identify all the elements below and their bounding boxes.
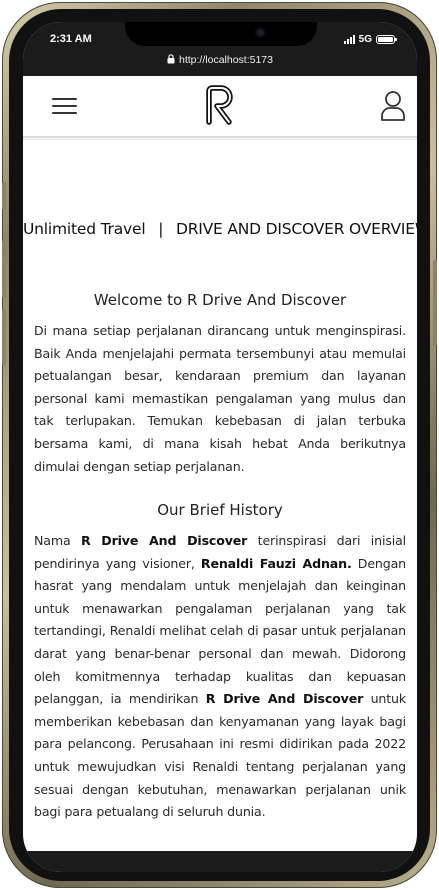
history-text: Nama R Drive And Discover terinspirasi d…	[34, 530, 406, 824]
history-text-part: Nama	[34, 533, 81, 548]
phone-mute-switch	[2, 182, 6, 210]
phone-power-button	[433, 260, 437, 346]
browser-bottom-bar	[23, 851, 417, 872]
url-text: http://localhost:5173	[179, 54, 273, 66]
status-time: 2:31 AM	[50, 33, 92, 45]
phone-volume-up-button	[2, 240, 6, 298]
history-text-part: untuk memberikan kebebasan dan kenyamana…	[34, 691, 407, 820]
brand-name: R Drive And Discover	[80, 533, 248, 548]
lock-icon	[167, 54, 175, 64]
welcome-title: Welcome to R Drive And Discover	[93, 291, 347, 309]
camera-icon	[255, 27, 266, 38]
signal-icon	[343, 35, 355, 44]
welcome-text: Di mana setiap perjalanan dirancang untu…	[34, 323, 406, 474]
status-bar: 2:31 AM 5G http://localhost:5173	[23, 22, 417, 76]
dynamic-island	[125, 22, 317, 46]
history-title: Our Brief History	[157, 501, 283, 519]
network-label: 5G	[358, 34, 372, 45]
r-logo-icon[interactable]	[205, 85, 235, 125]
heading-separator: |	[158, 220, 164, 238]
site-header	[23, 76, 417, 138]
brand-name: R Drive And Discover	[205, 691, 364, 707]
status-indicators: 5G	[343, 34, 397, 45]
address-bar[interactable]: http://localhost:5173	[23, 54, 417, 66]
history-text-part: Dengan hasrat yang mendalam untuk menjel…	[34, 555, 407, 707]
phone-volume-down-button	[2, 308, 6, 366]
user-profile-icon[interactable]	[380, 90, 406, 122]
hamburger-icon[interactable]	[52, 96, 77, 116]
battery-icon	[376, 35, 397, 44]
tagline: Unlimited Travel	[23, 220, 146, 238]
founder-name: Renaldi Fauzi Adnan.	[200, 555, 352, 571]
page-heading: Unlimited Travel | DRIVE AND DISCOVER OV…	[23, 220, 417, 238]
page-title: DRIVE AND DISCOVER OVERVIEW	[175, 220, 417, 238]
header-divider	[23, 139, 417, 140]
phone-screen: 2:31 AM 5G http://localhost:5173 Unlimit…	[23, 22, 417, 872]
